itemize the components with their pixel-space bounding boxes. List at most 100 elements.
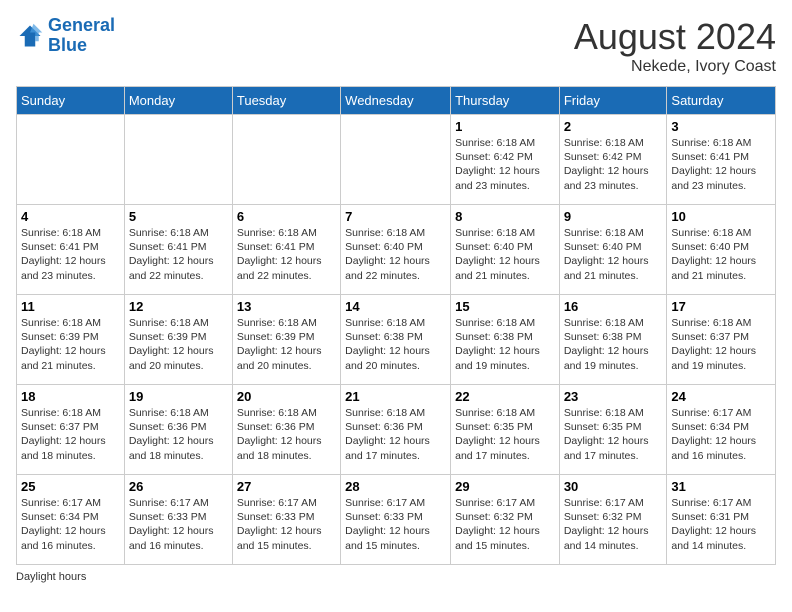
day-number: 21 [345, 389, 446, 404]
day-info: Sunrise: 6:18 AM Sunset: 6:40 PM Dayligh… [564, 226, 663, 283]
day-info: Sunrise: 6:18 AM Sunset: 6:36 PM Dayligh… [129, 406, 228, 463]
calendar-header-row: SundayMondayTuesdayWednesdayThursdayFrid… [17, 87, 776, 115]
col-header-friday: Friday [559, 87, 667, 115]
col-header-sunday: Sunday [17, 87, 125, 115]
day-info: Sunrise: 6:18 AM Sunset: 6:35 PM Dayligh… [564, 406, 663, 463]
day-info: Sunrise: 6:18 AM Sunset: 6:39 PM Dayligh… [237, 316, 336, 373]
day-cell: 14 Sunrise: 6:18 AM Sunset: 6:38 PM Dayli… [341, 295, 451, 385]
day-cell: 29Sunrise: 6:17 AM Sunset: 6:32 PM Dayli… [451, 475, 560, 565]
col-header-saturday: Saturday [667, 87, 776, 115]
day-cell: 19 Sunrise: 6:18 AM Sunset: 6:36 PM Dayli… [124, 385, 232, 475]
day-number: 24 [671, 389, 771, 404]
day-info: Sunrise: 6:18 AM Sunset: 6:40 PM Dayligh… [455, 226, 555, 283]
day-cell: 1Sunrise: 6:18 AM Sunset: 6:42 PM Daylig… [451, 115, 560, 205]
day-number: 11 [21, 299, 120, 314]
location-subtitle: Nekede, Ivory Coast [574, 58, 776, 76]
logo-text: General Blue [48, 16, 115, 56]
day-number: 22 [455, 389, 555, 404]
day-info: Sunrise: 6:18 AM Sunset: 6:39 PM Dayligh… [21, 316, 120, 373]
day-number: 2 [564, 119, 663, 134]
day-number: 10 [671, 209, 771, 224]
day-cell: 9 Sunrise: 6:18 AM Sunset: 6:40 PM Daylig… [559, 205, 667, 295]
week-row-4: 18Sunrise: 6:18 AM Sunset: 6:37 PM Dayli… [17, 385, 776, 475]
day-info: Sunrise: 6:18 AM Sunset: 6:37 PM Dayligh… [21, 406, 120, 463]
day-cell: 15Sunrise: 6:18 AM Sunset: 6:38 PM Dayli… [451, 295, 560, 385]
week-row-5: 25Sunrise: 6:17 AM Sunset: 6:34 PM Dayli… [17, 475, 776, 565]
day-info: Sunrise: 6:17 AM Sunset: 6:34 PM Dayligh… [21, 496, 120, 553]
day-number: 4 [21, 209, 120, 224]
day-number: 31 [671, 479, 771, 494]
day-cell: 27Sunrise: 6:17 AM Sunset: 6:33 PM Dayli… [232, 475, 340, 565]
day-cell: 28Sunrise: 6:17 AM Sunset: 6:33 PM Dayli… [341, 475, 451, 565]
day-info: Sunrise: 6:17 AM Sunset: 6:34 PM Dayligh… [671, 406, 771, 463]
day-cell: 17 Sunrise: 6:18 AM Sunset: 6:37 PM Dayli… [667, 295, 776, 385]
day-cell: 4 Sunrise: 6:18 AM Sunset: 6:41 PM Daylig… [17, 205, 125, 295]
day-cell [124, 115, 232, 205]
logo-line1: General [48, 15, 115, 35]
day-info: Sunrise: 6:18 AM Sunset: 6:41 PM Dayligh… [21, 226, 120, 283]
day-number: 14 [345, 299, 446, 314]
day-number: 29 [455, 479, 555, 494]
day-cell: 12Sunrise: 6:18 AM Sunset: 6:39 PM Dayli… [124, 295, 232, 385]
week-row-3: 11 Sunrise: 6:18 AM Sunset: 6:39 PM Dayli… [17, 295, 776, 385]
day-number: 20 [237, 389, 336, 404]
day-number: 12 [129, 299, 228, 314]
page-header: General Blue August 2024 Nekede, Ivory C… [16, 16, 776, 76]
day-info: Sunrise: 6:17 AM Sunset: 6:33 PM Dayligh… [129, 496, 228, 553]
day-info: Sunrise: 6:18 AM Sunset: 6:42 PM Dayligh… [564, 136, 663, 193]
day-cell: 22 Sunrise: 6:18 AM Sunset: 6:35 PM Dayli… [451, 385, 560, 475]
day-cell: 18Sunrise: 6:18 AM Sunset: 6:37 PM Dayli… [17, 385, 125, 475]
day-number: 16 [564, 299, 663, 314]
footer-note: Daylight hours [16, 571, 776, 583]
day-info: Sunrise: 6:18 AM Sunset: 6:38 PM Dayligh… [564, 316, 663, 373]
month-title: August 2024 [574, 16, 776, 58]
day-info: Sunrise: 6:17 AM Sunset: 6:31 PM Dayligh… [671, 496, 771, 553]
week-row-2: 4 Sunrise: 6:18 AM Sunset: 6:41 PM Daylig… [17, 205, 776, 295]
daylight-hours-label: Daylight hours [16, 571, 86, 583]
day-cell: 25Sunrise: 6:17 AM Sunset: 6:34 PM Dayli… [17, 475, 125, 565]
day-cell: 10 Sunrise: 6:18 AM Sunset: 6:40 PM Dayli… [667, 205, 776, 295]
day-info: Sunrise: 6:18 AM Sunset: 6:36 PM Dayligh… [345, 406, 446, 463]
title-block: August 2024 Nekede, Ivory Coast [574, 16, 776, 76]
day-number: 23 [564, 389, 663, 404]
day-number: 1 [455, 119, 555, 134]
day-cell: 26Sunrise: 6:17 AM Sunset: 6:33 PM Dayli… [124, 475, 232, 565]
day-number: 19 [129, 389, 228, 404]
logo-icon [16, 22, 44, 50]
day-number: 5 [129, 209, 228, 224]
day-number: 9 [564, 209, 663, 224]
week-row-1: 1 Sunrise: 6:18 AM Sunset: 6:42 PM Daylig… [17, 115, 776, 205]
day-cell: 23 Sunrise: 6:18 AM Sunset: 6:35 PM Dayli… [559, 385, 667, 475]
day-cell: 6 Sunrise: 6:18 AM Sunset: 6:41 PM Daylig… [232, 205, 340, 295]
day-info: Sunrise: 6:17 AM Sunset: 6:33 PM Dayligh… [237, 496, 336, 553]
day-cell: 3Sunrise: 6:18 AM Sunset: 6:41 PM Daylig… [667, 115, 776, 205]
day-info: Sunrise: 6:18 AM Sunset: 6:41 PM Dayligh… [671, 136, 771, 193]
day-info: Sunrise: 6:18 AM Sunset: 6:37 PM Dayligh… [671, 316, 771, 373]
col-header-monday: Monday [124, 87, 232, 115]
logo: General Blue [16, 16, 115, 56]
day-number: 17 [671, 299, 771, 314]
day-cell: 13Sunrise: 6:18 AM Sunset: 6:39 PM Dayli… [232, 295, 340, 385]
day-cell: 7 Sunrise: 6:18 AM Sunset: 6:40 PM Daylig… [341, 205, 451, 295]
day-cell [17, 115, 125, 205]
day-info: Sunrise: 6:18 AM Sunset: 6:41 PM Dayligh… [237, 226, 336, 283]
day-info: Sunrise: 6:18 AM Sunset: 6:38 PM Dayligh… [345, 316, 446, 373]
day-number: 6 [237, 209, 336, 224]
col-header-wednesday: Wednesday [341, 87, 451, 115]
day-number: 7 [345, 209, 446, 224]
col-header-tuesday: Tuesday [232, 87, 340, 115]
day-cell: 2 Sunrise: 6:18 AM Sunset: 6:42 PM Daylig… [559, 115, 667, 205]
day-info: Sunrise: 6:18 AM Sunset: 6:40 PM Dayligh… [345, 226, 446, 283]
day-cell: 20 Sunrise: 6:18 AM Sunset: 6:36 PM Dayli… [232, 385, 340, 475]
day-number: 28 [345, 479, 446, 494]
day-cell [232, 115, 340, 205]
calendar-table: SundayMondayTuesdayWednesdayThursdayFrid… [16, 86, 776, 565]
day-info: Sunrise: 6:18 AM Sunset: 6:40 PM Dayligh… [671, 226, 771, 283]
day-cell: 11 Sunrise: 6:18 AM Sunset: 6:39 PM Dayli… [17, 295, 125, 385]
day-number: 8 [455, 209, 555, 224]
day-cell: 30Sunrise: 6:17 AM Sunset: 6:32 PM Dayli… [559, 475, 667, 565]
day-info: Sunrise: 6:18 AM Sunset: 6:36 PM Dayligh… [237, 406, 336, 463]
day-cell: 21 Sunrise: 6:18 AM Sunset: 6:36 PM Dayli… [341, 385, 451, 475]
day-info: Sunrise: 6:18 AM Sunset: 6:35 PM Dayligh… [455, 406, 555, 463]
day-cell: 8 Sunrise: 6:18 AM Sunset: 6:40 PM Daylig… [451, 205, 560, 295]
